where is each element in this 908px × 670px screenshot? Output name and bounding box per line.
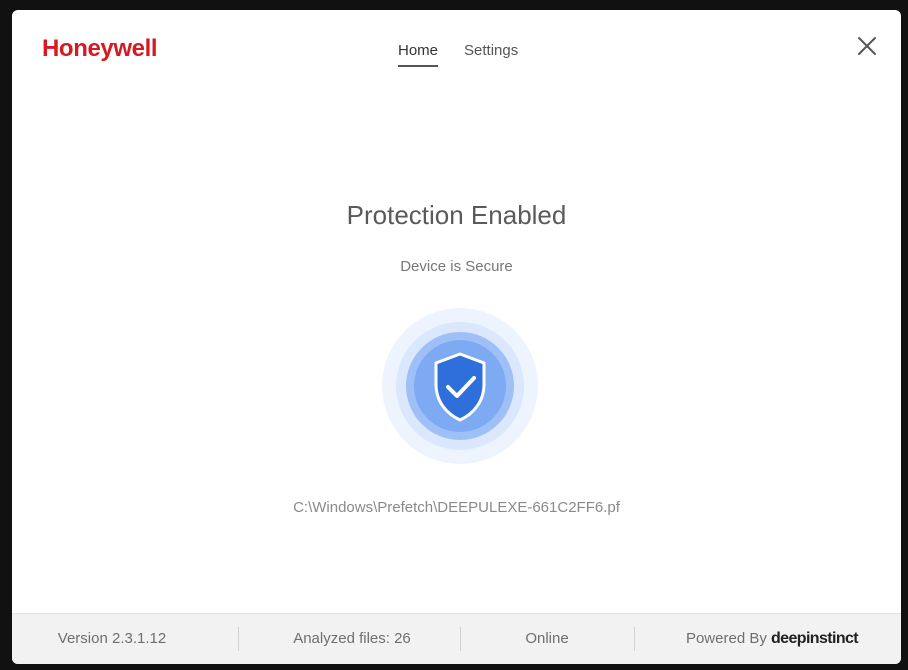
footer-divider: [238, 627, 239, 651]
status-subtitle: Device is Secure: [400, 258, 513, 275]
powered-by: Powered By deepinstinct: [652, 614, 892, 664]
nav-tabs: Home Settings: [398, 42, 518, 67]
footer-divider: [460, 627, 461, 651]
status-title: Protection Enabled: [346, 200, 567, 230]
analyzed-files-count: Analyzed files: 26: [293, 630, 411, 647]
powered-by-label: Powered By: [685, 630, 767, 647]
close-icon[interactable]: [855, 34, 879, 58]
tab-home[interactable]: Home: [398, 42, 439, 67]
connection-status: Online: [525, 630, 569, 647]
footer-divider: [634, 627, 635, 651]
shield-check-icon: [382, 308, 538, 464]
tab-settings[interactable]: Settings: [464, 42, 518, 67]
deepinstinct-logo: deepinstinct: [771, 630, 859, 647]
scanned-file-path: C:\Windows\Prefetch\DEEPULEXE-661C2FF6.p…: [293, 499, 620, 516]
status-footer: Version 2.3.1.12 Analyzed files: 26 Onli…: [12, 613, 901, 664]
version-label: Version 2.3.1.12: [57, 630, 167, 647]
honeywell-logo: Honeywell: [42, 35, 158, 62]
app-window: Honeywell Home Settings Protection Enabl…: [12, 10, 901, 664]
